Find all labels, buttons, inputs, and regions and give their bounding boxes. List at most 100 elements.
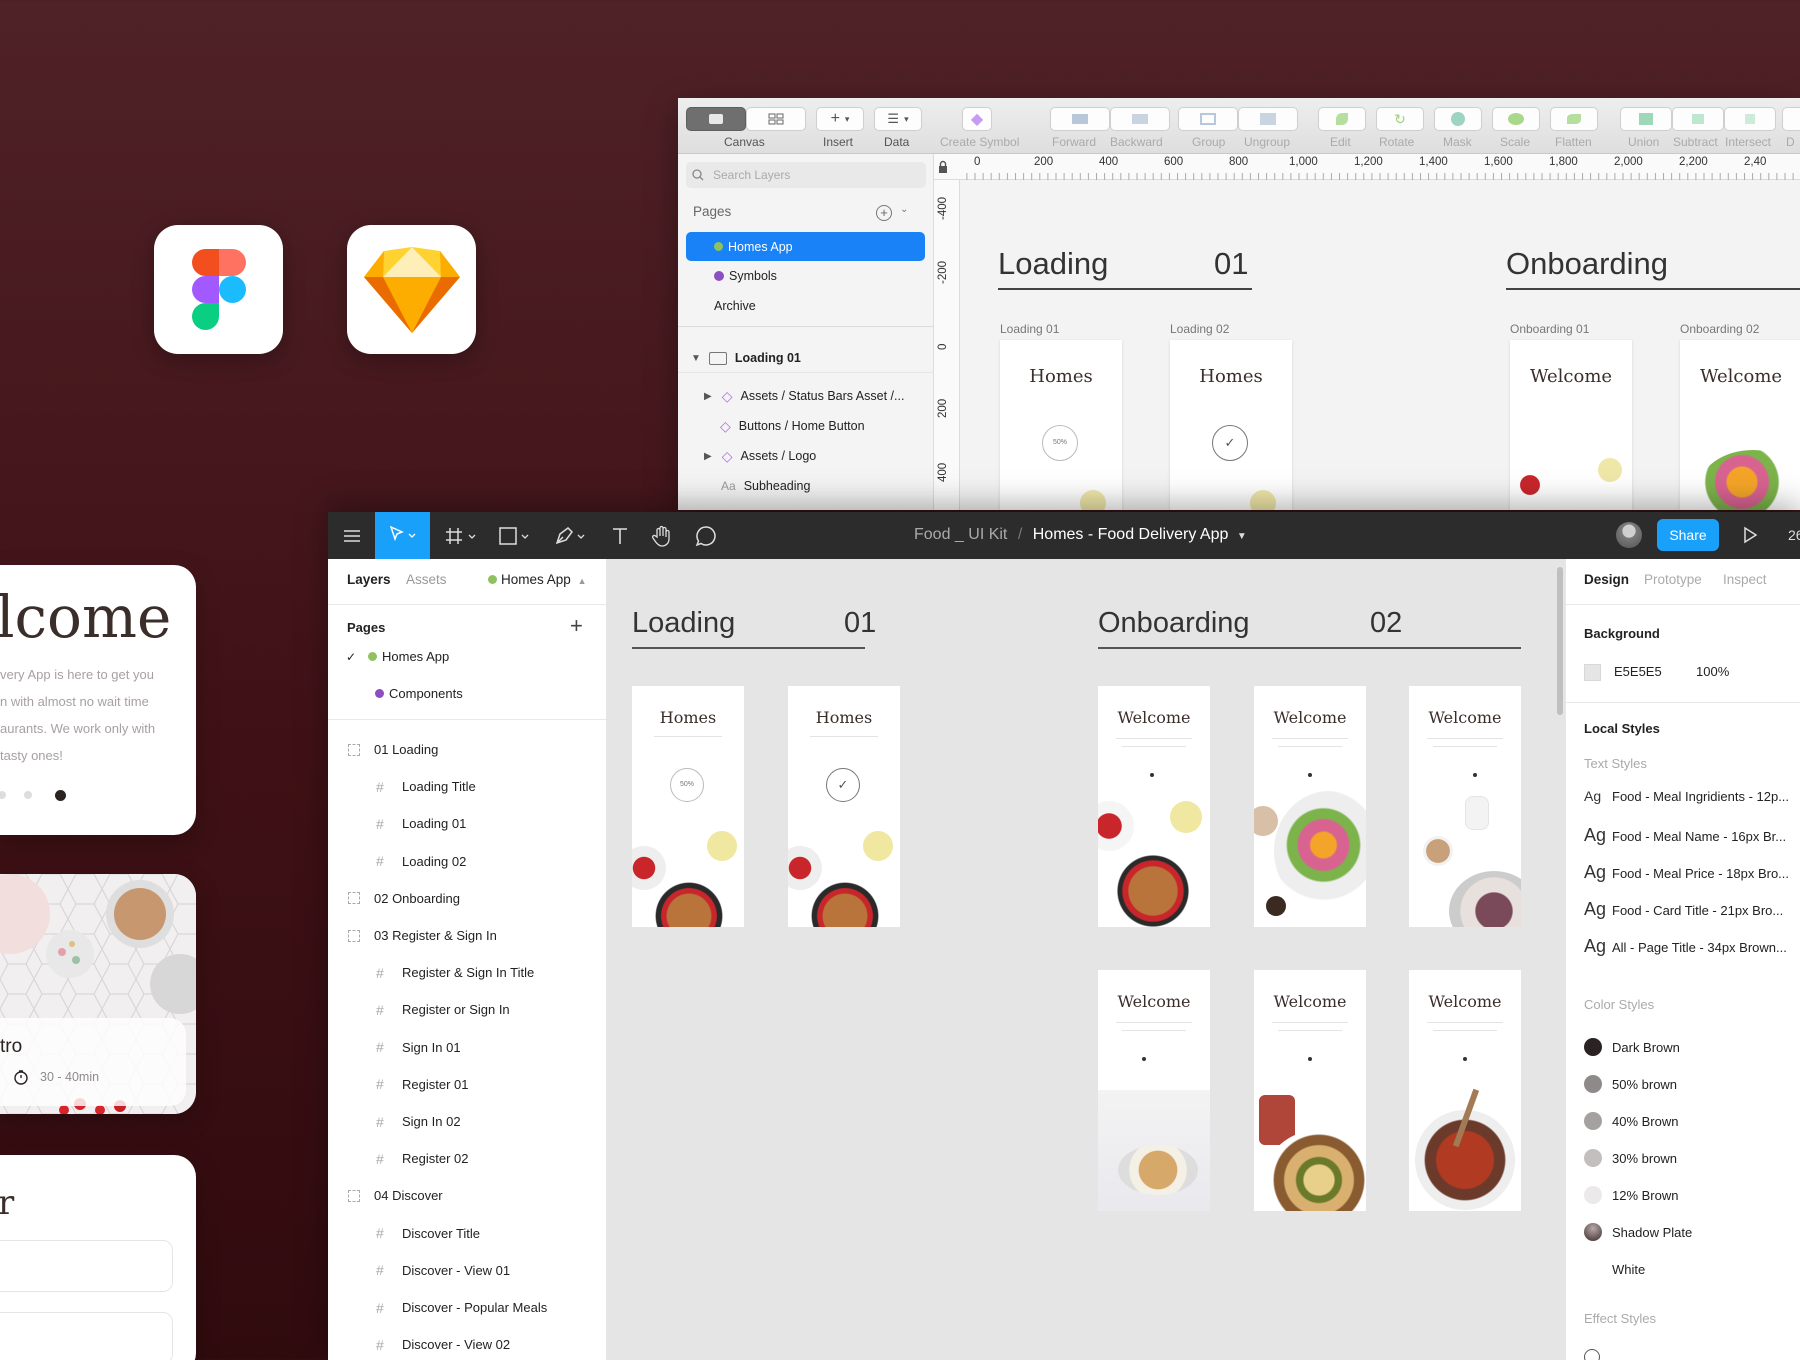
text-style-item[interactable]: Ag Food - Meal Price - 18px Bro...: [1584, 862, 1799, 883]
background-opacity-field[interactable]: 100%: [1696, 664, 1729, 679]
union-button[interactable]: [1620, 107, 1672, 131]
layer-item[interactable]: # Register & Sign In Title: [328, 954, 606, 991]
hand-tool-button[interactable]: [650, 524, 674, 548]
collapse-pages-icon[interactable]: ⌄: [900, 204, 908, 215]
layer-item[interactable]: # Register or Sign In: [328, 991, 606, 1028]
frame-tool-button[interactable]: [445, 524, 481, 548]
file-name[interactable]: Homes - Food Delivery App: [1033, 526, 1229, 543]
artboard-loading-01[interactable]: Homes 50%: [1000, 340, 1122, 510]
ungroup-button[interactable]: [1238, 107, 1298, 131]
scale-button[interactable]: [1492, 107, 1540, 131]
frame-onboarding-02[interactable]: Welcome: [1254, 686, 1366, 927]
layer-item[interactable]: # Discover - Popular Meals: [328, 1289, 606, 1326]
layer-item[interactable]: 01 Loading: [328, 731, 606, 768]
share-button[interactable]: Share: [1657, 519, 1719, 551]
artboard-onboarding-01[interactable]: Welcome: [1510, 340, 1632, 510]
color-style-item[interactable]: Shadow Plate: [1584, 1223, 1692, 1241]
layer-group-loading-01[interactable]: ▼ Loading 01: [678, 344, 933, 372]
comment-tool-button[interactable]: [694, 524, 718, 548]
color-style-item[interactable]: 30% brown: [1584, 1149, 1677, 1167]
layer-item[interactable]: # Register 01: [328, 1066, 606, 1103]
color-style-item[interactable]: 40% Brown: [1584, 1112, 1678, 1130]
layer-item[interactable]: # Discover - View 02: [328, 1326, 606, 1360]
layer-item[interactable]: # Sign In 01: [328, 1029, 606, 1066]
move-tool-button[interactable]: [375, 512, 430, 559]
backward-button[interactable]: [1110, 107, 1170, 131]
page-switcher[interactable]: Homes App ▲: [488, 572, 586, 587]
flatten-button[interactable]: [1550, 107, 1598, 131]
layer-item-subheading[interactable]: Aa Subheading: [678, 472, 933, 500]
page-item-homes-app[interactable]: ✓ Homes App: [328, 638, 606, 675]
layer-item-logo[interactable]: ▶ ◇ Assets / Logo: [678, 442, 933, 470]
create-symbol-button[interactable]: ◆: [962, 107, 992, 131]
background-color-swatch[interactable]: [1584, 664, 1601, 681]
background-hex-field[interactable]: E5E5E5: [1614, 664, 1662, 679]
layer-item[interactable]: # Register 02: [328, 1140, 606, 1177]
avatar[interactable]: [1616, 522, 1642, 548]
text-style-item[interactable]: Ag Food - Meal Ingridients - 12p...: [1584, 788, 1799, 804]
artboard-onboarding-02[interactable]: Welcome: [1680, 340, 1800, 510]
zoom-level[interactable]: 26: [1788, 527, 1800, 543]
text-style-item[interactable]: Ag All - Page Title - 34px Brown...: [1584, 936, 1799, 957]
frame-loading-01[interactable]: Homes 50%: [632, 686, 744, 927]
tab-assets[interactable]: Assets: [406, 572, 447, 587]
layer-item[interactable]: 03 Register & Sign In: [328, 917, 606, 954]
tab-prototype[interactable]: Prototype: [1644, 572, 1702, 587]
add-page-icon[interactable]: +: [876, 205, 892, 221]
text-tool-button[interactable]: [608, 524, 632, 548]
layer-item[interactable]: # Loading 01: [328, 805, 606, 842]
insert-button[interactable]: + ▾: [816, 107, 864, 131]
page-item-archive[interactable]: Archive: [678, 292, 933, 320]
pen-tool-button[interactable]: [554, 524, 590, 548]
difference-button[interactable]: [1782, 107, 1800, 131]
subtract-button[interactable]: [1672, 107, 1724, 131]
artboard-loading-02[interactable]: Homes ✓: [1170, 340, 1292, 510]
color-style-item[interactable]: 12% Brown: [1584, 1186, 1678, 1204]
layer-item-status-bars[interactable]: ▶ ◇ Assets / Status Bars Asset /...: [678, 382, 933, 410]
layer-item[interactable]: # Sign In 02: [328, 1103, 606, 1140]
frame-onboarding-05[interactable]: Welcome: [1254, 970, 1366, 1211]
lock-icon[interactable]: [937, 160, 949, 174]
text-style-item[interactable]: Ag Food - Card Title - 21px Bro...: [1584, 899, 1799, 920]
layer-item[interactable]: 02 Onboarding: [328, 880, 606, 917]
layer-item[interactable]: 04 Discover: [328, 1177, 606, 1214]
tab-layers[interactable]: Layers: [347, 572, 391, 587]
frame-loading-02[interactable]: Homes ✓: [788, 686, 900, 927]
layer-item[interactable]: # Discover Title: [328, 1215, 606, 1252]
chevron-down-icon[interactable]: ▼: [1237, 531, 1247, 542]
layer-item-home-button[interactable]: ◇ Buttons / Home Button: [678, 412, 933, 440]
tab-inspect[interactable]: Inspect: [1723, 572, 1767, 587]
group-button[interactable]: [1178, 107, 1238, 131]
add-page-icon[interactable]: +: [570, 613, 583, 639]
breadcrumb-project[interactable]: Food _ UI Kit: [914, 526, 1007, 543]
intersect-button[interactable]: [1724, 107, 1776, 131]
data-button[interactable]: ☰ ▾: [874, 107, 922, 131]
figma-canvas[interactable]: Loading 01 Onboarding 02 Homes 50% Homes…: [607, 559, 1565, 1360]
frame-onboarding-03[interactable]: Welcome: [1409, 686, 1521, 927]
forward-button[interactable]: [1050, 107, 1110, 131]
color-style-item[interactable]: 50% brown: [1584, 1075, 1677, 1093]
components-view-button[interactable]: [746, 107, 806, 131]
layer-item[interactable]: # Discover - View 01: [328, 1252, 606, 1289]
frame-onboarding-06[interactable]: Welcome: [1409, 970, 1521, 1211]
edit-button[interactable]: [1318, 107, 1366, 131]
vertical-scrollbar[interactable]: [1557, 567, 1563, 715]
present-button[interactable]: [1742, 526, 1758, 549]
rotate-button[interactable]: ↻: [1376, 107, 1424, 131]
tab-design[interactable]: Design: [1584, 572, 1629, 587]
page-item-symbols[interactable]: Symbols: [678, 262, 933, 290]
text-style-item[interactable]: Ag Food - Meal Name - 16px Br...: [1584, 825, 1799, 846]
register-input-field[interactable]: [0, 1312, 173, 1360]
sketch-canvas[interactable]: Loading 01 Onboarding Loading 01 Loading…: [960, 180, 1800, 510]
frame-onboarding-01[interactable]: Welcome: [1098, 686, 1210, 927]
color-style-item[interactable]: Dark Brown: [1584, 1038, 1680, 1056]
layer-item[interactable]: # Loading Title: [328, 768, 606, 805]
main-menu-icon[interactable]: [340, 524, 364, 548]
register-input-field[interactable]: [0, 1240, 173, 1292]
mask-button[interactable]: [1434, 107, 1482, 131]
canvas-view-button[interactable]: [686, 107, 746, 131]
page-item-homes-app[interactable]: Homes App: [686, 232, 925, 261]
page-item-components[interactable]: Components: [328, 675, 606, 712]
search-layers-field[interactable]: Search Layers: [686, 162, 926, 188]
layer-item[interactable]: # Loading 02: [328, 843, 606, 880]
